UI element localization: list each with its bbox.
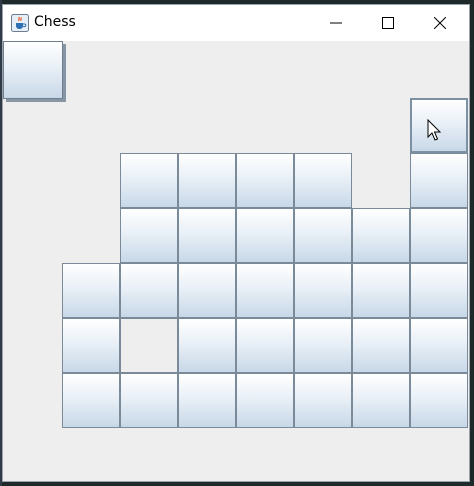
board-square-r5-c4[interactable] (236, 318, 294, 373)
board-square-r3-c4[interactable] (236, 208, 294, 263)
board-square-r2-c2[interactable] (120, 153, 178, 208)
minimize-icon (330, 22, 342, 24)
board-square-r6-c6[interactable] (352, 373, 410, 428)
window-title: Chess (34, 14, 76, 30)
board-square-r4-c2[interactable] (120, 263, 178, 318)
close-icon (434, 17, 446, 29)
board-square-r4-c7[interactable] (410, 263, 468, 318)
board-square-r6-c3[interactable] (178, 373, 236, 428)
board-square-r2-c3[interactable] (178, 153, 236, 208)
board-square-r3-c7[interactable] (410, 208, 468, 263)
board-square-r6-c5[interactable] (294, 373, 352, 428)
board-square-r6-c2[interactable] (120, 373, 178, 428)
board-square-r3-c5[interactable] (294, 208, 352, 263)
board-square-r5-c1[interactable] (62, 318, 120, 373)
board-square-r6-c1[interactable] (62, 373, 120, 428)
board-square-r2-c7[interactable] (410, 153, 468, 208)
board-square-r6-c7[interactable] (410, 373, 468, 428)
board-square-r5-c6[interactable] (352, 318, 410, 373)
board-square-r5-c5[interactable] (294, 318, 352, 373)
minimize-button[interactable] (313, 5, 359, 41)
board-square-r0-c0[interactable] (3, 41, 63, 99)
java-coffee-cup-icon (11, 14, 29, 32)
board-square-r5-c3[interactable] (178, 318, 236, 373)
close-button[interactable] (417, 5, 463, 41)
board-square-r6-c4[interactable] (236, 373, 294, 428)
title-bar[interactable]: Chess (3, 5, 469, 41)
board-square-r3-c6[interactable] (352, 208, 410, 263)
board-square-r2-c4[interactable] (236, 153, 294, 208)
maximize-icon (382, 17, 394, 29)
board-square-r4-c4[interactable] (236, 263, 294, 318)
board-square-r2-c5[interactable] (294, 153, 352, 208)
board-square-r4-c6[interactable] (352, 263, 410, 318)
board-square-r4-c3[interactable] (178, 263, 236, 318)
maximize-button[interactable] (365, 5, 411, 41)
board-square-r3-c2[interactable] (120, 208, 178, 263)
board-square-r3-c3[interactable] (178, 208, 236, 263)
board-square-r5-c7[interactable] (410, 318, 468, 373)
mouse-cursor-icon (427, 119, 442, 141)
board-square-r4-c5[interactable] (294, 263, 352, 318)
board-panel (3, 41, 469, 481)
board-square-r4-c1[interactable] (62, 263, 120, 318)
board-square-r5-c2[interactable] (120, 318, 178, 373)
chess-window: Chess (2, 4, 470, 482)
